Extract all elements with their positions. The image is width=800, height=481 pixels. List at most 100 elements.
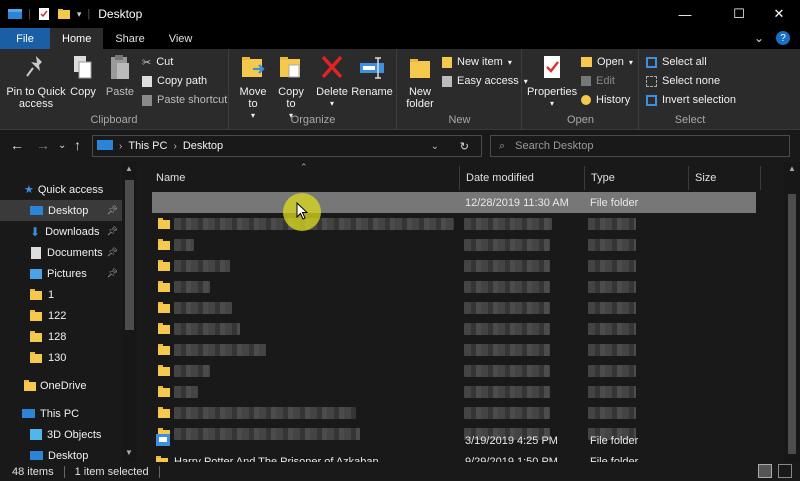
delete-button[interactable]: Delete ▾ [314, 53, 350, 110]
nav-downloads[interactable]: ⬇ Downloads 📌︎ [0, 221, 122, 242]
table-row[interactable] [152, 402, 756, 423]
select-none-button[interactable]: Select none [646, 72, 720, 90]
invert-selection-button[interactable]: Invert selection [646, 91, 736, 109]
up-button[interactable]: ↑ [74, 137, 81, 153]
nav-documents[interactable]: Documents 📌︎ [0, 242, 122, 263]
nav-this-pc[interactable]: This PC [0, 403, 122, 424]
close-button[interactable]: ✕ [756, 0, 800, 28]
chevron-down-icon: ▾ [507, 57, 512, 67]
tab-file[interactable]: File [0, 28, 50, 49]
blurred-name [174, 322, 240, 335]
column-size[interactable]: Size [689, 166, 761, 190]
table-row[interactable] [152, 255, 756, 276]
nav-pictures[interactable]: Pictures 📌︎ [0, 263, 122, 284]
table-row[interactable] [152, 360, 756, 381]
folder-icon [30, 352, 42, 363]
nav-folder-122[interactable]: 122 [0, 305, 122, 326]
address-dropdown-icon[interactable]: ⌄ [431, 141, 439, 152]
nav-quick-access[interactable]: ★ Quick access [0, 179, 122, 200]
table-row[interactable] [152, 234, 756, 255]
search-placeholder: Search Desktop [515, 140, 594, 152]
nav-3d-objects[interactable]: 3D Objects [0, 424, 122, 445]
table-row-selected[interactable]: 12/28/2019 11:30 AM File folder [152, 192, 756, 213]
blurred-date [464, 301, 550, 314]
move-to-icon [242, 57, 265, 77]
large-icons-view-button[interactable] [778, 464, 792, 478]
explorer-icon [8, 9, 22, 19]
back-button[interactable]: ← [10, 137, 24, 153]
table-row[interactable] [152, 213, 756, 234]
help-icon[interactable]: ? [776, 31, 790, 45]
properties-button[interactable]: Properties ▾ [527, 53, 577, 110]
blurred-date [464, 259, 550, 272]
delete-icon [321, 55, 343, 79]
scroll-up-icon[interactable]: ▲ [125, 164, 133, 173]
table-row[interactable]: 3/19/2019 4:25 PM File folder [152, 430, 756, 451]
edit-button[interactable]: Edit [581, 72, 615, 90]
folder-icon [158, 407, 170, 418]
new-item-button[interactable]: New item ▾ [442, 53, 512, 71]
collapse-ribbon-icon[interactable]: ⌄ [754, 31, 764, 45]
column-date-modified[interactable]: Date modified [460, 166, 585, 190]
breadcrumb-this-pc[interactable]: This PC [128, 140, 167, 152]
folder-icon [30, 331, 42, 342]
quick-access-dropdown-icon[interactable]: ▾ [77, 9, 82, 20]
tab-home[interactable]: Home [50, 28, 104, 49]
breadcrumb-desktop[interactable]: Desktop [183, 140, 223, 152]
column-name[interactable]: Name [150, 166, 460, 190]
table-row[interactable] [152, 297, 756, 318]
select-all-button[interactable]: Select all [646, 53, 707, 71]
blurred-type [588, 280, 636, 293]
easy-access-button[interactable]: Easy access ▾ [442, 72, 528, 90]
column-type[interactable]: Type [585, 166, 689, 190]
tab-share[interactable]: Share [103, 28, 156, 49]
nav-this-pc-desktop[interactable]: Desktop [0, 445, 122, 462]
scroll-up-icon[interactable]: ▲ [788, 164, 796, 173]
scroll-down-icon[interactable]: ▼ [125, 448, 133, 457]
recent-locations-chevron-icon[interactable]: ⌄ [58, 140, 66, 151]
paste-button[interactable]: Paste [104, 53, 136, 98]
new-folder-icon [410, 59, 430, 78]
properties-quick-icon[interactable] [37, 7, 51, 21]
minimize-button[interactable]: — [662, 0, 708, 28]
rename-button[interactable]: Rename [350, 53, 394, 98]
file-list-scrollbar-thumb[interactable] [788, 194, 796, 454]
pin-icon: 📌︎ [106, 268, 118, 278]
table-row[interactable] [152, 339, 756, 360]
folder-icon [158, 260, 170, 271]
nav-scrollbar[interactable]: ▲ ▼ [122, 162, 137, 462]
cut-button[interactable]: ✂ Cut [142, 53, 173, 71]
copy-path-button[interactable]: Copy path [142, 72, 207, 90]
move-to-button[interactable]: Move to ▾ [236, 53, 270, 122]
table-row[interactable]: Harry Potter And The Prisoner of Azkaban… [152, 451, 756, 462]
address-bar[interactable]: › This PC › Desktop ⌄ ↻ [92, 135, 482, 157]
paste-shortcut-button[interactable]: Paste shortcut [142, 91, 227, 109]
refresh-icon[interactable]: ↻ [460, 140, 469, 153]
new-folder-quick-icon[interactable] [57, 7, 71, 21]
organize-group: Move to ▾ Copy to ▾ Delete ▾ Rename Orga… [230, 49, 397, 130]
nav-folder-130[interactable]: 130 [0, 347, 122, 368]
new-folder-button[interactable]: New folder [402, 53, 438, 110]
nav-desktop[interactable]: Desktop 📌︎ [0, 200, 122, 221]
nav-folder-1[interactable]: 1 [0, 284, 122, 305]
status-bar: 48 items 1 item selected [0, 462, 800, 481]
nav-onedrive[interactable]: OneDrive [0, 375, 122, 396]
breadcrumb-separator-icon: › [119, 140, 123, 152]
copy-to-button[interactable]: Copy to ▾ [274, 53, 308, 122]
forward-button[interactable]: → [36, 137, 50, 153]
blurred-type [588, 259, 636, 272]
details-view-button[interactable] [758, 464, 772, 478]
nav-folder-128[interactable]: 128 [0, 326, 122, 347]
table-row[interactable] [152, 276, 756, 297]
pin-to-quick-access-button[interactable]: Pin to Quick access [4, 53, 68, 110]
open-button[interactable]: Open ▾ [581, 53, 633, 71]
documents-icon [31, 246, 41, 259]
tab-view[interactable]: View [157, 28, 205, 49]
table-row[interactable] [152, 318, 756, 339]
file-list-scrollbar[interactable]: ▲ [784, 162, 800, 462]
copy-button[interactable]: Copy [68, 53, 98, 98]
history-button[interactable]: History [581, 91, 630, 109]
table-row[interactable] [152, 381, 756, 402]
search-input[interactable]: ⌕ Search Desktop [490, 135, 790, 157]
nav-scrollbar-thumb[interactable] [125, 180, 134, 330]
